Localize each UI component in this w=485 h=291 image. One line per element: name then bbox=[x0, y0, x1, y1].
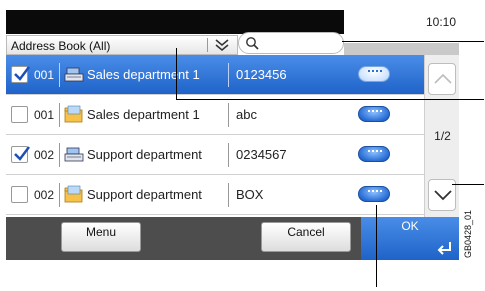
scanner-icon bbox=[64, 145, 84, 165]
divider bbox=[59, 183, 60, 207]
checkbox[interactable] bbox=[11, 106, 28, 123]
divider bbox=[228, 63, 229, 87]
message-area bbox=[6, 10, 344, 34]
folder-icon bbox=[64, 105, 84, 125]
menu-button[interactable]: Menu bbox=[61, 222, 141, 252]
header-strip bbox=[344, 43, 459, 55]
address-book-selector[interactable]: Address Book (All) bbox=[6, 35, 238, 55]
address-book-screen: 10:10 Address Book (All) 001 Sales depar… bbox=[6, 10, 459, 260]
list-item[interactable]: 002 Support department 0234567 bbox=[6, 135, 424, 175]
more-icon bbox=[368, 190, 382, 194]
figure-code: GB0428_01 bbox=[463, 209, 473, 258]
callout-line bbox=[176, 48, 177, 100]
folder-icon bbox=[64, 185, 84, 205]
entry-number: 001 bbox=[34, 108, 55, 122]
detail-button[interactable] bbox=[358, 186, 390, 202]
list-item[interactable]: 001 Sales department 1 abc bbox=[6, 95, 424, 135]
checkbox[interactable] bbox=[11, 66, 30, 83]
divider bbox=[59, 103, 60, 127]
divider bbox=[228, 183, 229, 207]
chevron-down-icon[interactable] bbox=[212, 37, 232, 53]
page-indicator: 1/2 bbox=[434, 129, 451, 143]
entry-number: 001 bbox=[34, 68, 55, 82]
address-book-label: Address Book (All) bbox=[11, 39, 111, 53]
divider bbox=[228, 143, 229, 167]
entry-value: abc bbox=[236, 107, 257, 122]
detail-button[interactable] bbox=[358, 146, 390, 162]
clock: 10:10 bbox=[426, 15, 457, 29]
callout-line bbox=[376, 205, 377, 287]
status-bar: 10:10 bbox=[6, 10, 459, 34]
callout-line bbox=[452, 184, 484, 185]
chevron-up-icon bbox=[434, 73, 452, 84]
divider bbox=[59, 143, 60, 167]
entry-value: 0123456 bbox=[236, 67, 287, 82]
cancel-button[interactable]: Cancel bbox=[261, 222, 351, 252]
search-icon bbox=[246, 37, 259, 50]
footer-bar: Menu Cancel OK bbox=[6, 217, 459, 260]
entry-name: Support department bbox=[87, 187, 202, 202]
ok-label: OK bbox=[401, 219, 419, 233]
more-icon bbox=[368, 110, 382, 114]
entry-name: Sales department 1 bbox=[87, 67, 200, 82]
entry-number: 002 bbox=[34, 148, 55, 162]
detail-button[interactable] bbox=[358, 106, 390, 122]
search-field[interactable] bbox=[238, 32, 344, 54]
scanner-icon bbox=[64, 65, 84, 85]
scrollbar[interactable]: 1/2 bbox=[424, 55, 459, 217]
chevron-down-icon bbox=[434, 190, 452, 201]
checkbox[interactable] bbox=[11, 186, 28, 203]
entry-value: 0234567 bbox=[236, 147, 287, 162]
divider bbox=[59, 63, 60, 87]
divider bbox=[228, 103, 229, 127]
enter-icon bbox=[437, 242, 451, 255]
detail-button[interactable] bbox=[358, 66, 390, 82]
scroll-up-button[interactable] bbox=[428, 63, 456, 95]
list-item[interactable]: 002 Support department BOX bbox=[6, 175, 424, 215]
more-icon bbox=[368, 150, 382, 154]
entry-value: BOX bbox=[236, 187, 264, 202]
check-icon bbox=[14, 66, 30, 81]
callout-line bbox=[342, 41, 484, 42]
entry-name: Sales department 1 bbox=[87, 107, 200, 122]
more-icon bbox=[368, 70, 382, 74]
check-icon bbox=[14, 146, 30, 161]
entry-name: Support department bbox=[87, 147, 202, 162]
entry-number: 002 bbox=[34, 188, 55, 202]
divider bbox=[207, 38, 208, 52]
list-item[interactable]: 001 Sales department 1 0123456 bbox=[6, 55, 424, 95]
callout-line bbox=[176, 99, 484, 100]
checkbox[interactable] bbox=[11, 146, 30, 163]
